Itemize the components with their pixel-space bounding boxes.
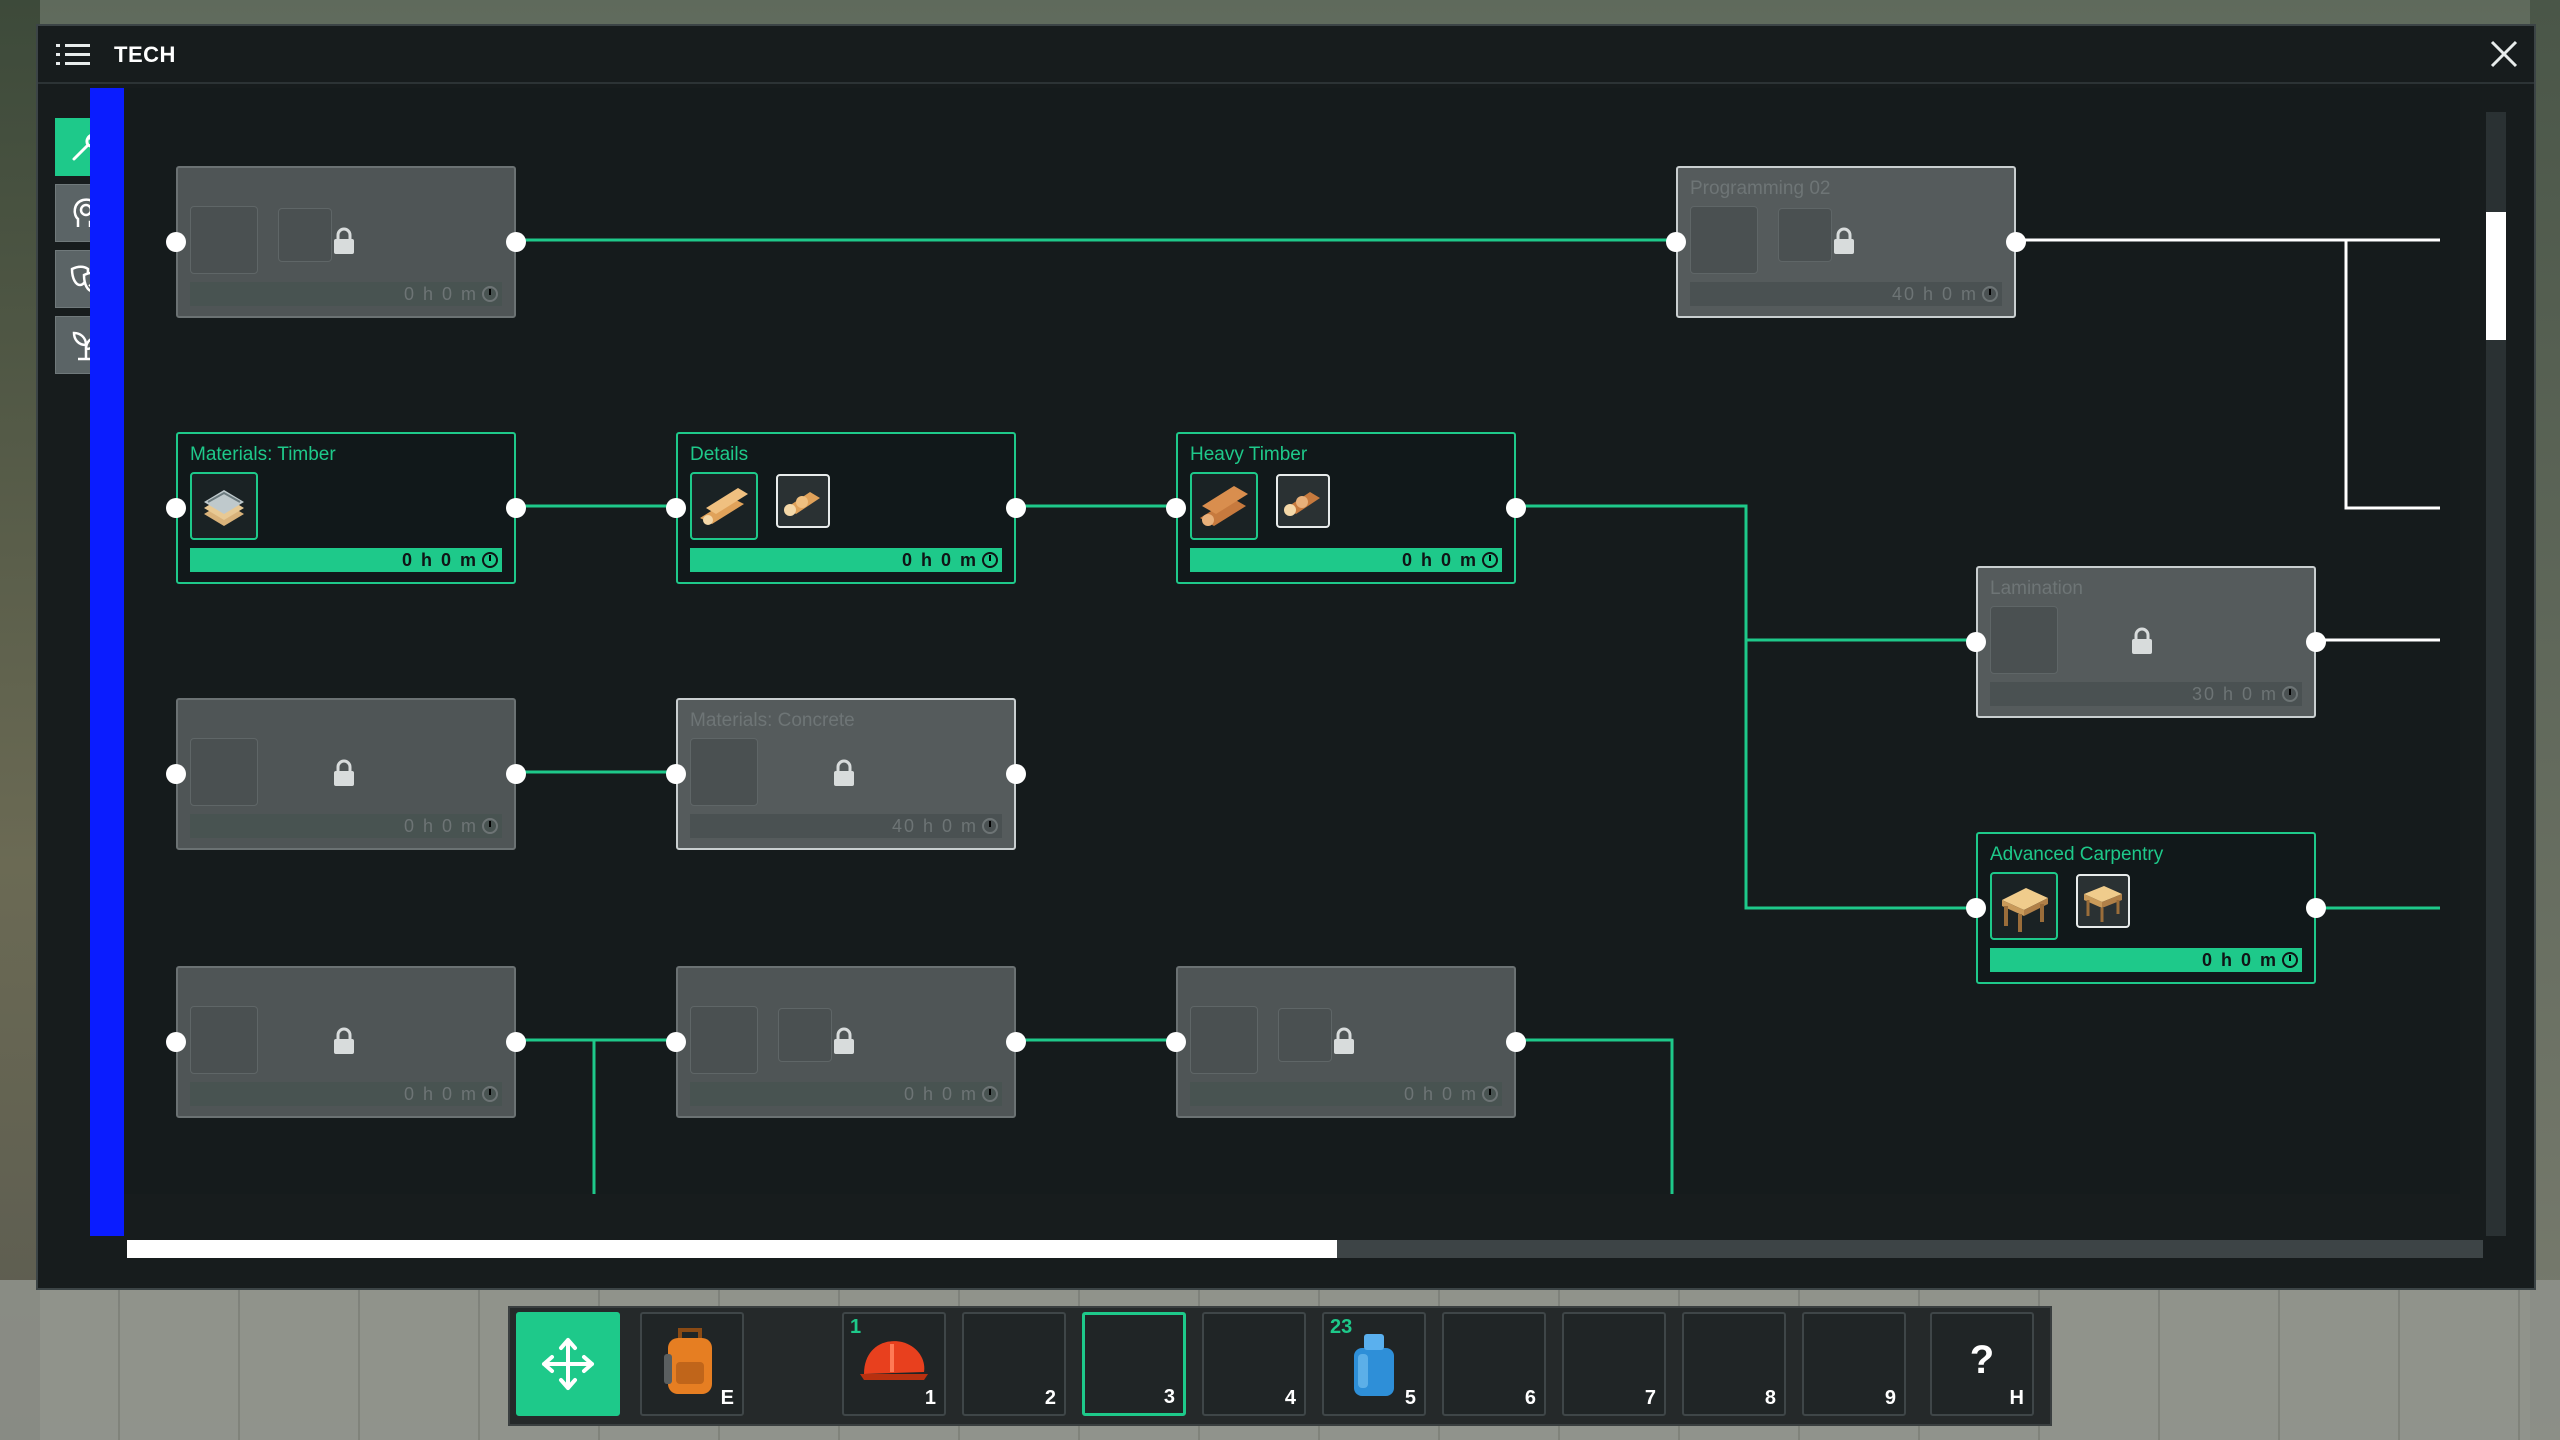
connection-port: [666, 498, 686, 518]
clock-icon: [982, 552, 998, 568]
help-button[interactable]: ? H: [1930, 1312, 2034, 1416]
clock-icon: [1482, 552, 1498, 568]
connection-port: [1966, 632, 1986, 652]
workbench-icon: [1990, 872, 2058, 940]
connection-port: [666, 1032, 686, 1052]
steel-beams-icon: [190, 738, 258, 806]
table-icon: [2076, 874, 2130, 928]
hotbar-slot-5[interactable]: 23 5: [1322, 1312, 1426, 1416]
heavy-timber-icon: [1190, 472, 1258, 540]
menu-icon[interactable]: [56, 44, 90, 66]
tech-node-heavy-timber[interactable]: Heavy Timber 0 h 0 m: [1176, 432, 1516, 584]
help-icon: ?: [1969, 1338, 1995, 1382]
hotbar-slot-backpack[interactable]: E: [640, 1312, 744, 1416]
connection-port: [166, 498, 186, 518]
connection-port: [1506, 498, 1526, 518]
pot-icon: [1278, 1008, 1332, 1062]
hotbar-slot-1[interactable]: 1 1: [842, 1312, 946, 1416]
hotbar-slot-8[interactable]: 8: [1682, 1312, 1786, 1416]
connection-port: [166, 1032, 186, 1052]
close-icon[interactable]: [2488, 38, 2520, 70]
vases-icon: [190, 1006, 258, 1074]
tech-node-r3c0[interactable]: 0 h 0 m: [176, 966, 516, 1118]
lock-icon: [1334, 1027, 1354, 1054]
timber-stack-icon: [190, 472, 258, 540]
connection-port: [166, 232, 186, 252]
lock-icon: [334, 1027, 354, 1054]
clock-icon: [982, 818, 998, 834]
connection-port: [2306, 632, 2326, 652]
clock-icon: [482, 552, 498, 568]
hotbar-slot-4[interactable]: 4: [1202, 1312, 1306, 1416]
background-scene-left: [0, 0, 40, 1440]
cement-mixer-icon: [690, 738, 758, 806]
connection-port: [1006, 764, 1026, 784]
server-icon: [1690, 206, 1758, 274]
hotbar-slot-2[interactable]: 2: [962, 1312, 1066, 1416]
pottery-icon: [1190, 1006, 1258, 1074]
tech-node-r2c0[interactable]: 0 h 0 m: [176, 698, 516, 850]
tech-node-programming-02[interactable]: Programming 02 40 h 0 m: [1676, 166, 2016, 318]
horizontal-scrollbar-thumb[interactable]: [127, 1240, 1337, 1258]
connection-port: [166, 764, 186, 784]
connection-port: [506, 498, 526, 518]
window-title: TECH: [114, 42, 176, 67]
clock-icon: [982, 1086, 998, 1102]
connection-port: [1666, 232, 1686, 252]
connection-port: [1166, 1032, 1186, 1052]
clock-icon: [482, 1086, 498, 1102]
lock-icon: [834, 1027, 854, 1054]
pottery-icon: [690, 1006, 758, 1074]
move-tool-slot[interactable]: [516, 1312, 620, 1416]
lock-icon: [334, 227, 354, 254]
hotbar-slot-3[interactable]: 3: [1082, 1312, 1186, 1416]
connection-port: [1006, 498, 1026, 518]
tech-node-r3c2[interactable]: 0 h 0 m: [1176, 966, 1516, 1118]
lock-icon: [1834, 227, 1854, 254]
connection-port: [1166, 498, 1186, 518]
clock-icon: [482, 286, 498, 302]
timeline-marker: [90, 88, 124, 1236]
laptop-icon: [278, 208, 332, 262]
pot-icon: [778, 1008, 832, 1062]
wood-beams-icon: [776, 474, 830, 528]
tech-node-lamination[interactable]: Lamination 30 h 0 m: [1976, 566, 2316, 718]
connection-port: [506, 1032, 526, 1052]
clock-icon: [1482, 1086, 1498, 1102]
laptop-icon: [1778, 208, 1832, 262]
connection-port: [506, 232, 526, 252]
lamination-icon: [1990, 606, 2058, 674]
title-bar: TECH: [38, 26, 2534, 84]
connection-port: [1006, 1032, 1026, 1052]
hotbar-slot-7[interactable]: 7: [1562, 1312, 1666, 1416]
connection-port: [1506, 1032, 1526, 1052]
tech-node-materials-timber[interactable]: Materials: Timber 0 h 0 m: [176, 432, 516, 584]
wood-beams-icon: [1276, 474, 1330, 528]
computer-icon: [190, 206, 258, 274]
lock-icon: [834, 759, 854, 786]
connection-port: [666, 764, 686, 784]
tech-node-r3c1[interactable]: 0 h 0 m: [676, 966, 1016, 1118]
lock-icon: [334, 759, 354, 786]
move-icon: [542, 1338, 594, 1390]
clock-icon: [2282, 686, 2298, 702]
planks-icon: [690, 472, 758, 540]
clock-icon: [482, 818, 498, 834]
connection-port: [506, 764, 526, 784]
tech-node-r0c0[interactable]: 0 h 0 m: [176, 166, 516, 318]
vertical-scrollbar-thumb[interactable]: [2486, 212, 2506, 340]
clock-icon: [2282, 952, 2298, 968]
connection-port: [2306, 898, 2326, 918]
lock-icon: [2132, 627, 2152, 654]
connection-port: [1966, 898, 1986, 918]
clock-icon: [1982, 286, 1998, 302]
hotbar-slot-9[interactable]: 9: [1802, 1312, 1906, 1416]
connection-port: [2006, 232, 2026, 252]
hotbar-slot-6[interactable]: 6: [1442, 1312, 1546, 1416]
tech-node-advanced-carpentry[interactable]: Advanced Carpentry 0 h 0 m: [1976, 832, 2316, 984]
tech-node-details[interactable]: Details 0 h 0 m: [676, 432, 1016, 584]
tech-node-materials-concrete[interactable]: Materials: Concrete 40 h 0 m: [676, 698, 1016, 850]
